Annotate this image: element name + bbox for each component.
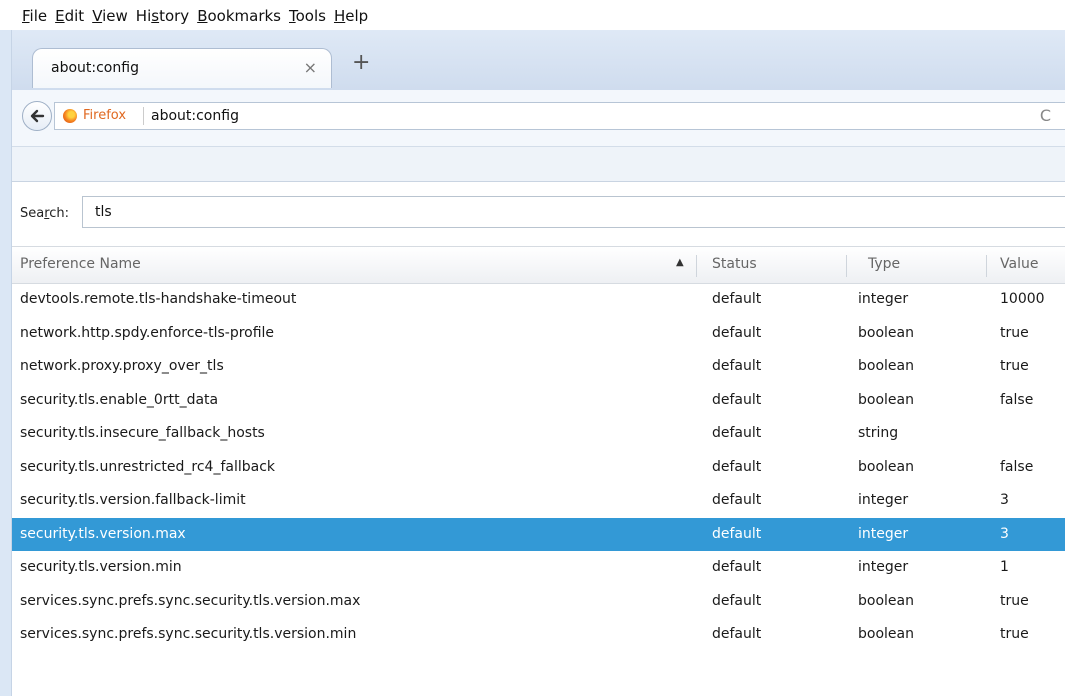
- table-row[interactable]: security.tls.version.max default integer 3: [12, 517, 1065, 551]
- type-cell: boolean: [858, 391, 914, 408]
- tab-strip: about:config × +: [12, 30, 1065, 90]
- type-cell: boolean: [858, 458, 914, 475]
- preference-name-cell: security.tls.version.fallback-limit: [20, 492, 246, 508]
- type-cell: boolean: [858, 358, 914, 374]
- preference-name-cell: security.tls.unrestricted_rc4_fallback: [20, 458, 276, 475]
- table-row[interactable]: security.tls.version.min default integer 1: [12, 551, 1065, 585]
- menu-tools[interactable]: Tools: [285, 0, 330, 25]
- value-cell: 3: [1000, 492, 1009, 508]
- window-left-edge: [0, 30, 12, 696]
- back-arrow-icon: [30, 109, 45, 123]
- preference-name-cell: security.tls.insecure_fallback_hosts: [20, 425, 265, 441]
- table-row[interactable]: security.tls.unrestricted_rc4_fallback de…: [12, 451, 1065, 485]
- menu-help[interactable]: Help: [330, 0, 372, 25]
- table-row[interactable]: security.tls.enable_0rtt_data default bool…: [12, 384, 1065, 418]
- table-header: Preference Name ▲ Status Type Value: [12, 246, 1065, 284]
- table-row[interactable]: services.sync.prefs.sync.security.tls.ve…: [12, 618, 1065, 652]
- type-cell: integer: [858, 559, 909, 575]
- preference-name-cell: devtools.remote.tls-handshake-timeout: [20, 291, 297, 307]
- status-cell: default: [712, 525, 762, 542]
- value-cell: 3: [1000, 525, 1009, 542]
- preference-name-cell: services.sync.prefs.sync.security.tls.ve…: [20, 592, 361, 609]
- type-cell: integer: [858, 525, 909, 542]
- identity-separator: [143, 107, 144, 125]
- search-row: Search:: [12, 182, 1065, 242]
- table-row[interactable]: network.http.spdy.enforce-tls-profile def…: [12, 317, 1065, 351]
- value-cell: true: [1000, 358, 1029, 374]
- url-text[interactable]: about:config: [151, 108, 239, 124]
- value-cell: true: [1000, 626, 1029, 642]
- tab-title: about:config: [51, 60, 139, 76]
- column-header-preference-name[interactable]: Preference Name: [20, 256, 141, 272]
- menu-bookmarks[interactable]: Bookmarks: [193, 0, 285, 25]
- navigation-bar: Firefox about:config C: [12, 90, 1065, 147]
- table-row[interactable]: security.tls.version.fallback-limit defau…: [12, 484, 1065, 518]
- about-config-page: Search: Preference Name ▲ Status Type Va…: [12, 182, 1065, 696]
- preference-name-cell: security.tls.version.max: [20, 525, 186, 542]
- value-cell: 10000: [1000, 291, 1045, 307]
- status-cell: default: [712, 291, 762, 307]
- browser-window: File Edit View History Bookmarks Tools Help ab…: [0, 0, 1065, 696]
- identity-label[interactable]: Firefox: [83, 108, 126, 123]
- bookmarks-toolbar: [12, 147, 1065, 182]
- status-cell: default: [712, 592, 762, 609]
- close-tab-icon[interactable]: ×: [304, 58, 317, 77]
- menu-edit[interactable]: Edit: [51, 0, 88, 25]
- preference-name-cell: security.tls.enable_0rtt_data: [20, 391, 219, 408]
- type-cell: integer: [858, 492, 909, 508]
- status-cell: default: [712, 324, 762, 341]
- column-header-type[interactable]: Type: [868, 256, 900, 272]
- back-button[interactable]: [22, 101, 52, 131]
- column-header-status[interactable]: Status: [712, 256, 757, 272]
- url-bar[interactable]: Firefox about:config C: [54, 102, 1065, 130]
- menubar: File Edit View History Bookmarks Tools Help: [0, 0, 1065, 30]
- reload-icon[interactable]: C: [1040, 106, 1051, 125]
- status-cell: default: [712, 358, 762, 374]
- preference-name-cell: services.sync.prefs.sync.security.tls.ve…: [20, 626, 357, 642]
- preference-list: devtools.remote.tls-handshake-timeout def…: [12, 283, 1065, 652]
- status-cell: default: [712, 425, 762, 441]
- firefox-logo-icon: [63, 109, 77, 123]
- status-cell: default: [712, 492, 762, 508]
- status-cell: default: [712, 559, 762, 575]
- type-cell: string: [858, 425, 899, 441]
- new-tab-icon[interactable]: +: [352, 52, 370, 74]
- value-cell: 1: [1000, 559, 1009, 575]
- column-separator[interactable]: [696, 255, 697, 277]
- column-separator[interactable]: [846, 255, 847, 277]
- menu-view[interactable]: View: [88, 0, 132, 25]
- menu-file[interactable]: File: [0, 0, 51, 25]
- menu-history[interactable]: History: [132, 0, 193, 25]
- status-cell: default: [712, 626, 762, 642]
- sort-ascending-icon: ▲: [676, 257, 684, 268]
- search-label: Search:: [20, 206, 70, 221]
- value-cell: false: [1000, 391, 1034, 408]
- column-header-value[interactable]: Value: [1000, 256, 1038, 272]
- preference-name-cell: network.proxy.proxy_over_tls: [20, 358, 224, 374]
- type-cell: boolean: [858, 324, 914, 341]
- status-cell: default: [712, 458, 762, 475]
- preference-name-cell: security.tls.version.min: [20, 559, 182, 575]
- type-cell: boolean: [858, 592, 914, 609]
- value-cell: true: [1000, 324, 1029, 341]
- value-cell: true: [1000, 592, 1029, 609]
- column-separator[interactable]: [986, 255, 987, 277]
- preference-name-cell: network.http.spdy.enforce-tls-profile: [20, 324, 275, 341]
- type-cell: integer: [858, 291, 909, 307]
- type-cell: boolean: [858, 626, 914, 642]
- value-cell: false: [1000, 458, 1034, 475]
- tab-about-config[interactable]: about:config ×: [32, 48, 332, 88]
- table-row[interactable]: security.tls.insecure_fallback_hosts defa…: [12, 417, 1065, 451]
- table-row[interactable]: devtools.remote.tls-handshake-timeout def…: [12, 283, 1065, 317]
- search-input[interactable]: [82, 196, 1065, 228]
- status-cell: default: [712, 391, 762, 408]
- table-row[interactable]: services.sync.prefs.sync.security.tls.ve…: [12, 585, 1065, 619]
- table-row[interactable]: network.proxy.proxy_over_tls default boole…: [12, 350, 1065, 384]
